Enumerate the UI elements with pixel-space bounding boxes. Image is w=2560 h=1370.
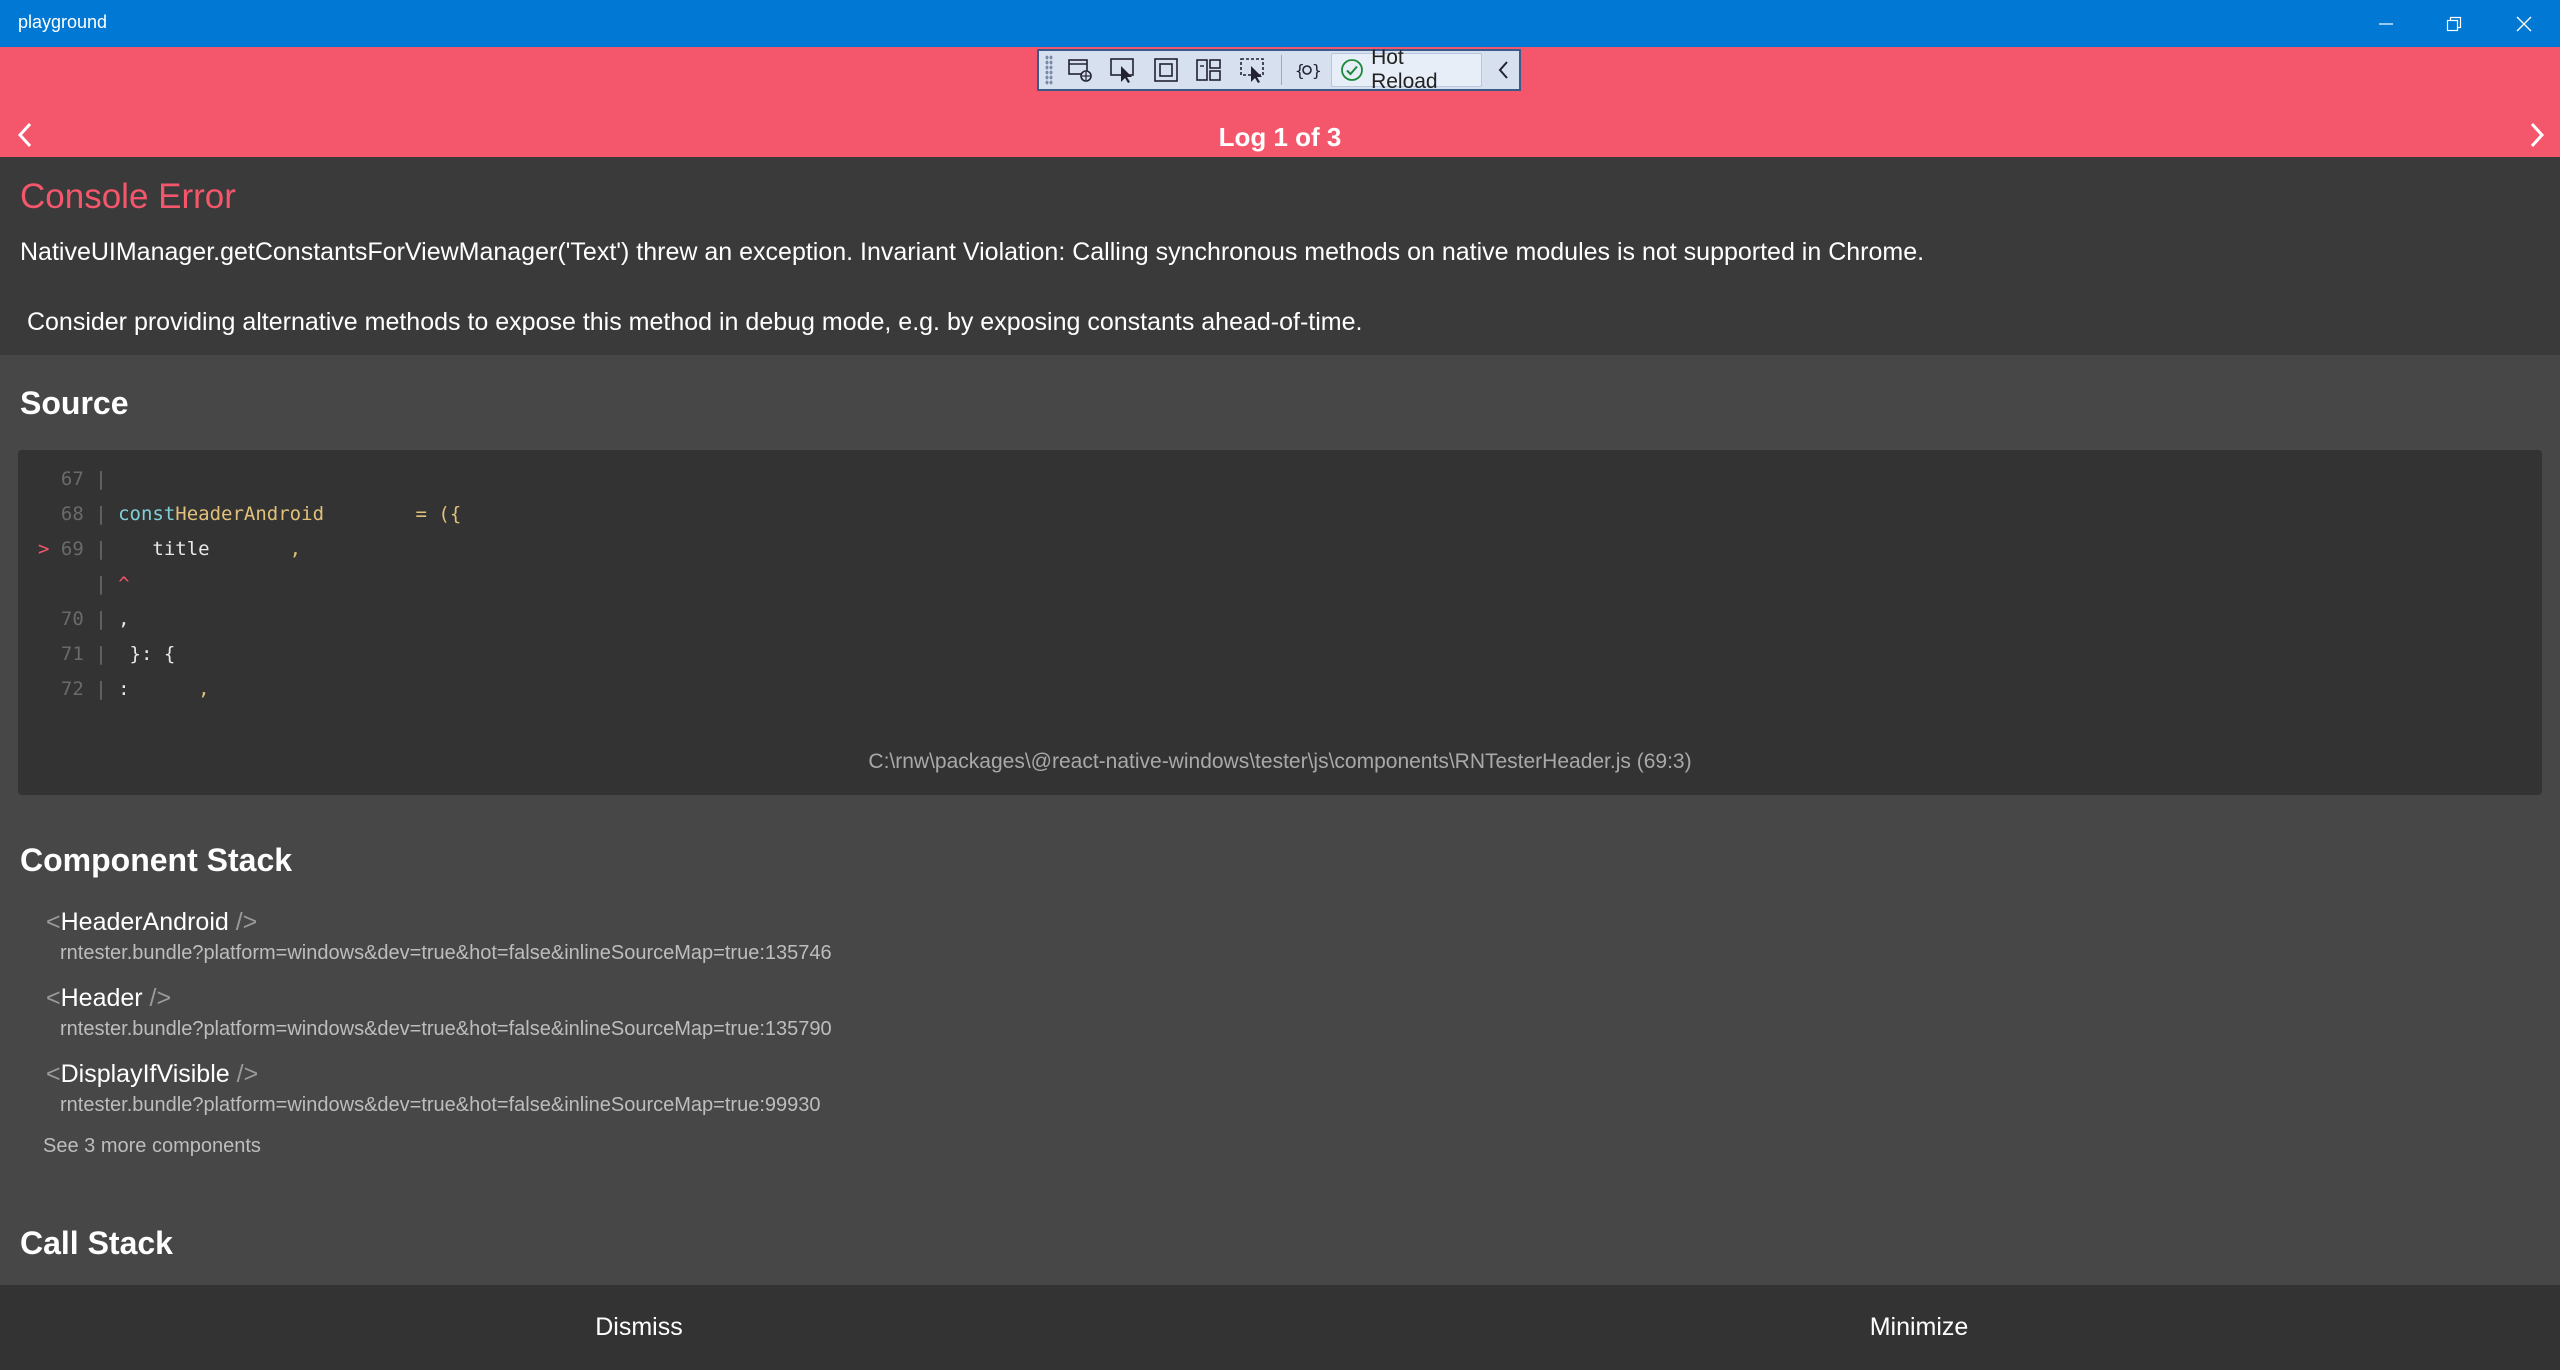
check-circle-icon — [1340, 59, 1363, 81]
line-number: 68 | — [60, 503, 119, 525]
log-header: {} Hot Reload Log 1 of 3 — [0, 46, 2560, 157]
component-name: HeaderAndroid — [60, 908, 229, 936]
component-name: Header — [60, 984, 143, 1012]
line-number: 72 | — [60, 678, 119, 700]
line-marker — [38, 503, 61, 525]
log-counter: Log 1 of 3 — [1218, 122, 1342, 152]
code-line: 68 | constHeaderAndroid = ({ — [38, 503, 461, 533]
tag-close-bracket: /> — [228, 908, 258, 936]
component-stack-item[interactable]: <HeaderAndroid /> — [46, 908, 257, 937]
restore-icon — [2446, 16, 2462, 31]
code-token: title — [118, 538, 210, 560]
toolbar-grip-icon[interactable] — [1045, 55, 1053, 85]
live-visual-tree-button[interactable] — [1061, 52, 1100, 88]
error-message: NativeUIManager.getConstantsForViewManag… — [20, 238, 1925, 336]
line-marker — [38, 573, 61, 595]
see-more-components-link[interactable]: See 3 more components — [43, 1135, 261, 1158]
code-token: , — [129, 678, 210, 700]
code-line: | ^ — [38, 573, 130, 603]
source-code-panel: 67 | 68 | constHeaderAndroid = ({ > 69 | … — [18, 450, 2542, 795]
call-stack-title: Call Stack — [20, 1225, 173, 1261]
track-focus-button[interactable] — [1189, 52, 1228, 88]
component-location: rntester.bundle?platform=windows&dev=tru… — [60, 1018, 832, 1040]
line-number: 69 | — [60, 538, 119, 560]
minimize-icon — [2379, 22, 2393, 25]
window-title: playground — [18, 12, 108, 32]
code-line: > 69 | title , — [38, 538, 301, 568]
visual-tree-icon — [1068, 59, 1092, 82]
layout-adorner-icon — [1154, 58, 1178, 82]
line-number: | — [60, 573, 119, 595]
code-token: , — [118, 608, 130, 630]
component-stack-item[interactable]: <Header /> — [46, 984, 171, 1013]
code-token: : — [118, 678, 130, 700]
minimize-window-button[interactable] — [2352, 0, 2420, 47]
code-line: 72 | : , — [38, 678, 210, 708]
next-log-button[interactable] — [2522, 117, 2552, 153]
display-layout-icon — [1239, 58, 1264, 83]
line-number: 70 | — [60, 608, 119, 630]
code-line: 71 | }: { — [38, 643, 175, 673]
line-marker — [38, 608, 61, 630]
component-stack-title: Component Stack — [20, 842, 293, 878]
line-marker: > — [38, 538, 61, 560]
code-token: , — [209, 538, 302, 560]
code-token: }: { — [118, 643, 176, 665]
code-line: 67 | — [38, 468, 118, 498]
footer-bar: Dismiss Minimize — [0, 1285, 2560, 1370]
code-token: = ({ — [324, 503, 462, 525]
track-focus-icon — [1195, 59, 1221, 81]
component-location: rntester.bundle?platform=windows&dev=tru… — [60, 942, 832, 964]
layout-adorners-button[interactable] — [1146, 52, 1185, 88]
toolbar-separator — [1280, 55, 1282, 85]
component-stack-item[interactable]: <DisplayIfVisible /> — [46, 1060, 258, 1089]
line-marker — [38, 643, 61, 665]
dev-toolbar: {} Hot Reload — [1037, 46, 1521, 93]
dismiss-button[interactable]: Dismiss — [0, 1285, 1278, 1370]
line-number: 71 | — [60, 643, 119, 665]
title-bar: playground — [0, 0, 2560, 47]
code-token: const — [118, 503, 176, 525]
svg-text:}: } — [1312, 61, 1321, 80]
error-section: Console Error NativeUIManager.getConstan… — [0, 157, 2560, 355]
component-name: DisplayIfVisible — [60, 1060, 230, 1088]
code-token: HeaderAndroid — [175, 503, 325, 525]
line-marker — [38, 678, 61, 700]
display-layout-button[interactable] — [1232, 52, 1271, 88]
chevron-right-icon — [2530, 122, 2545, 148]
code-token: ^ — [118, 573, 130, 595]
chevron-left-icon — [1499, 61, 1509, 79]
binding-icon: {} — [1295, 61, 1321, 80]
restore-window-button[interactable] — [2420, 0, 2488, 47]
binding-failures-button[interactable]: {} — [1288, 52, 1327, 88]
source-file-path[interactable]: C:\rnw\packages\@react-native-windows\te… — [18, 750, 2542, 774]
close-window-button[interactable] — [2490, 0, 2558, 47]
line-number: 67 | — [60, 468, 119, 490]
hot-reload-label: Hot Reload — [1371, 46, 1438, 93]
tag-open-bracket: < — [46, 908, 61, 936]
tag-close-bracket: /> — [142, 984, 172, 1012]
code-line: 70 | , — [38, 608, 130, 638]
tag-open-bracket: < — [46, 1060, 61, 1088]
error-title: Console Error — [20, 177, 236, 216]
tag-open-bracket: < — [46, 984, 61, 1012]
hot-reload-indicator[interactable]: Hot Reload — [1330, 46, 1482, 93]
tag-close-bracket: /> — [229, 1060, 259, 1088]
select-element-button[interactable] — [1104, 52, 1143, 88]
collapse-toolbar-button[interactable] — [1490, 52, 1519, 88]
minimize-button[interactable]: Minimize — [1280, 1285, 2558, 1370]
component-location: rntester.bundle?platform=windows&dev=tru… — [60, 1094, 821, 1116]
source-section-title: Source — [20, 385, 129, 421]
select-element-icon — [1110, 58, 1134, 83]
close-icon — [2516, 16, 2532, 31]
line-marker — [38, 468, 61, 490]
